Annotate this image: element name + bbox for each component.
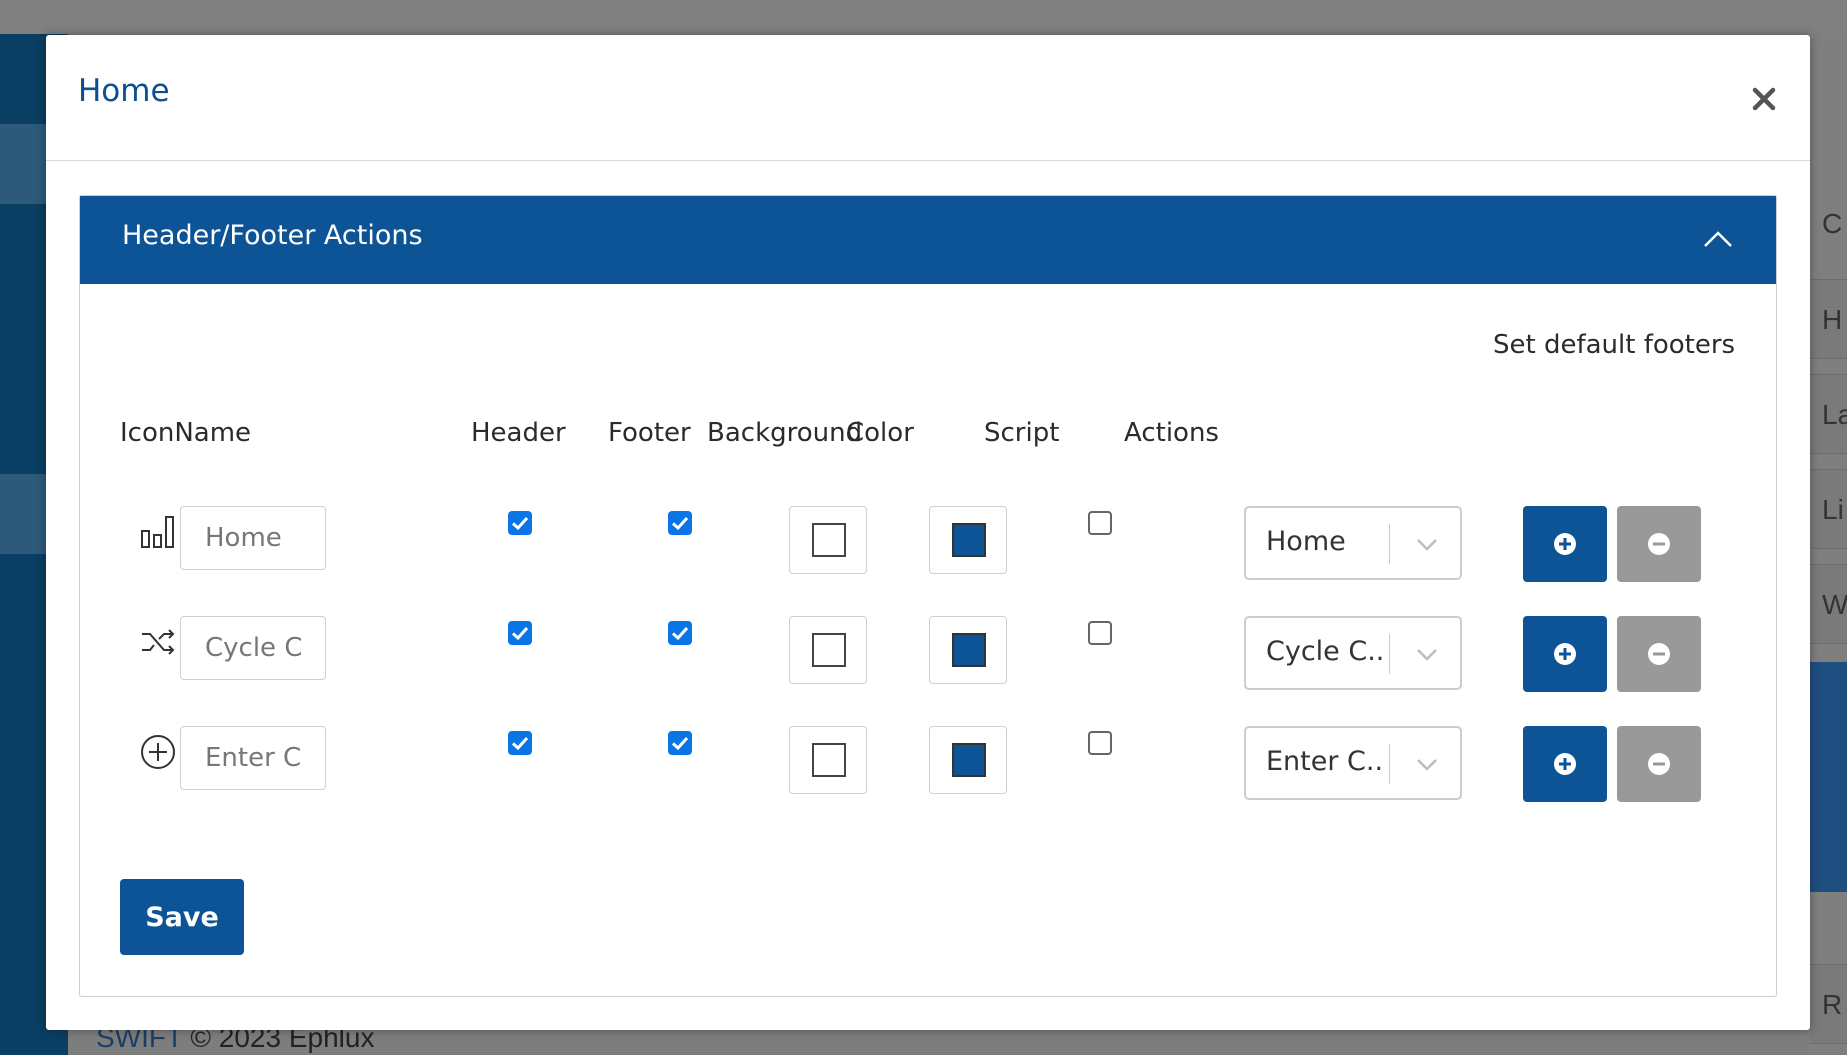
- background-color-picker[interactable]: [789, 726, 867, 794]
- chevron-down-icon: [1417, 759, 1437, 771]
- chevron-up-icon[interactable]: [1698, 224, 1738, 254]
- color-swatch: [952, 633, 986, 667]
- remove-row-button[interactable]: [1617, 726, 1701, 802]
- background-topbar: [0, 0, 1847, 34]
- background-right-text: H: [1810, 279, 1847, 359]
- add-row-button[interactable]: [1523, 726, 1607, 802]
- select-separator: [1389, 634, 1390, 674]
- minus-circle-icon: [1648, 643, 1670, 665]
- plus-circle-icon: [1554, 643, 1576, 665]
- chevron-down-icon: [1417, 649, 1437, 661]
- script-checkbox[interactable]: [1088, 511, 1112, 535]
- minus-circle-icon: [1648, 533, 1670, 555]
- icon-name-input[interactable]: [180, 506, 326, 570]
- icon-name-input[interactable]: [180, 726, 326, 790]
- close-button[interactable]: [1742, 77, 1786, 121]
- plus-circle-icon: [1554, 753, 1576, 775]
- action-select-value: Enter C...: [1266, 746, 1386, 777]
- column-header-script: Script: [984, 418, 1060, 448]
- save-button[interactable]: Save: [120, 879, 244, 955]
- plus-circle-icon: [140, 734, 176, 770]
- card-header[interactable]: Header/Footer Actions: [80, 196, 1776, 284]
- footer-checkbox[interactable]: [668, 511, 692, 535]
- column-header-actions: Actions: [1124, 418, 1219, 448]
- chevron-down-icon: [1417, 539, 1437, 551]
- column-header-color: Color: [846, 418, 914, 448]
- color-picker[interactable]: [929, 616, 1007, 684]
- header-checkbox[interactable]: [508, 621, 532, 645]
- action-select[interactable]: Cycle C...: [1244, 616, 1462, 690]
- minus-circle-icon: [1648, 753, 1670, 775]
- color-swatch: [952, 743, 986, 777]
- background-color-swatch: [812, 743, 846, 777]
- background-color-swatch: [812, 523, 846, 557]
- color-picker[interactable]: [929, 506, 1007, 574]
- plus-circle-icon: [1554, 533, 1576, 555]
- column-header-iconname: IconName: [120, 418, 252, 448]
- header-footer-modal: Home Header/Footer Actions Set default f…: [46, 35, 1810, 1030]
- background-color-swatch: [812, 633, 846, 667]
- header-checkbox[interactable]: [508, 511, 532, 535]
- script-checkbox[interactable]: [1088, 621, 1112, 645]
- column-header-background: Background: [707, 418, 863, 448]
- footer-checkbox[interactable]: [668, 621, 692, 645]
- background-right-text: C: [1822, 208, 1843, 239]
- select-separator: [1389, 744, 1390, 784]
- modal-title: Home: [78, 73, 170, 109]
- select-separator: [1389, 524, 1390, 564]
- modal-header: Home: [46, 35, 1810, 161]
- color-picker[interactable]: [929, 726, 1007, 794]
- remove-row-button[interactable]: [1617, 506, 1701, 582]
- column-header-header: Header: [471, 418, 566, 448]
- add-row-button[interactable]: [1523, 506, 1607, 582]
- background-right-panel: C H La Li W R: [1810, 34, 1847, 1055]
- background-color-picker[interactable]: [789, 616, 867, 684]
- background-right-text: W: [1810, 564, 1847, 644]
- action-select-value: Home: [1266, 526, 1346, 557]
- add-row-button[interactable]: [1523, 616, 1607, 692]
- bar-chart-icon: [140, 513, 176, 549]
- action-select[interactable]: Home: [1244, 506, 1462, 580]
- remove-row-button[interactable]: [1617, 616, 1701, 692]
- card-title: Header/Footer Actions: [122, 220, 423, 251]
- footer-checkbox[interactable]: [668, 731, 692, 755]
- header-footer-actions-card: Header/Footer Actions Set default footer…: [79, 195, 1777, 997]
- color-swatch: [952, 523, 986, 557]
- background-right-text: Li: [1810, 469, 1847, 549]
- set-default-footers-link[interactable]: Set default footers: [1493, 330, 1735, 360]
- icon-name-input[interactable]: [180, 616, 326, 680]
- script-checkbox[interactable]: [1088, 731, 1112, 755]
- background-color-picker[interactable]: [789, 506, 867, 574]
- background-right-text: La: [1810, 374, 1847, 454]
- background-right-text: R: [1810, 964, 1847, 1044]
- close-icon: [1752, 87, 1776, 111]
- action-select-value: Cycle C...: [1266, 636, 1386, 667]
- header-checkbox[interactable]: [508, 731, 532, 755]
- shuffle-icon: [140, 624, 176, 660]
- background-right-blue-block: [1810, 662, 1847, 892]
- column-header-footer: Footer: [608, 418, 691, 448]
- action-select[interactable]: Enter C...: [1244, 726, 1462, 800]
